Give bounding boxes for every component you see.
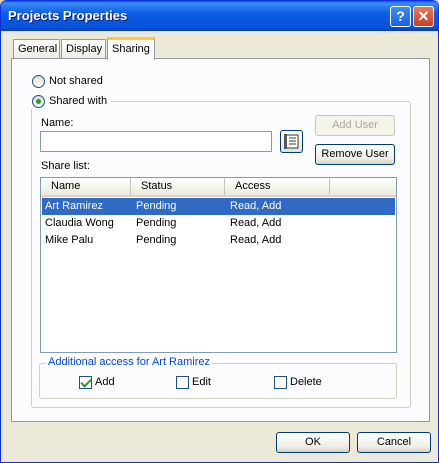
name-input[interactable] [40,131,272,152]
row-name: Art Ramirez [45,200,104,212]
table-row[interactable]: Art Ramirez Pending Read, Add [42,198,395,215]
row-access: Read, Add [230,234,282,246]
edit-checkbox[interactable] [176,376,189,389]
additional-access-group [39,363,397,399]
name-label: Name: [41,117,74,129]
close-icon: ✕ [417,8,430,24]
title-bar[interactable]: Projects Properties ? ✕ [1,1,438,31]
row-access: Read, Add [230,200,282,212]
close-button[interactable]: ✕ [413,6,434,27]
delete-checkbox[interactable] [274,376,287,389]
column-header-name[interactable]: Name [41,178,131,195]
tab-display[interactable]: Display [61,39,106,59]
column-header-access[interactable]: Access [225,178,330,195]
add-user-button[interactable]: Add User [315,115,395,136]
tab-sharing[interactable]: Sharing [107,37,155,60]
help-button[interactable]: ? [390,6,411,27]
table-row[interactable]: Claudia Wong Pending Read, Add [42,215,395,232]
column-header-status[interactable]: Status [131,178,225,195]
additional-access-legend: Additional access for Art Ramirez [46,356,213,368]
add-checkbox[interactable] [79,376,92,389]
row-name: Claudia Wong [45,217,114,229]
share-list-header: Name Status Access [41,178,396,197]
table-row[interactable]: Mike Palu Pending Read, Add [42,232,395,249]
ok-button[interactable]: OK [276,432,350,453]
window-title: Projects Properties [8,8,128,23]
cancel-button[interactable]: Cancel [357,432,431,453]
not-shared-radio[interactable] [32,75,45,88]
not-shared-label[interactable]: Not shared [49,75,103,87]
delete-checkbox-label[interactable]: Delete [290,376,322,388]
address-book-button[interactable] [280,130,303,153]
shared-with-radio[interactable] [32,95,45,108]
row-access: Read, Add [230,217,282,229]
edit-checkbox-label[interactable]: Edit [192,376,211,388]
remove-user-button[interactable]: Remove User [315,144,395,165]
row-status: Pending [136,200,177,212]
shared-with-label[interactable]: Shared with [49,95,107,107]
address-book-icon [284,134,299,149]
help-icon: ? [396,8,405,24]
row-name: Mike Palu [45,234,94,246]
share-list-label: Share list: [41,160,90,172]
tab-general[interactable]: General [13,39,60,59]
row-status: Pending [136,217,177,229]
properties-dialog: Projects Properties ? ✕ General Display … [0,0,439,463]
share-list[interactable]: Name Status Access Art Ramirez Pending R… [40,177,397,353]
row-status: Pending [136,234,177,246]
add-checkbox-label[interactable]: Add [95,376,115,388]
